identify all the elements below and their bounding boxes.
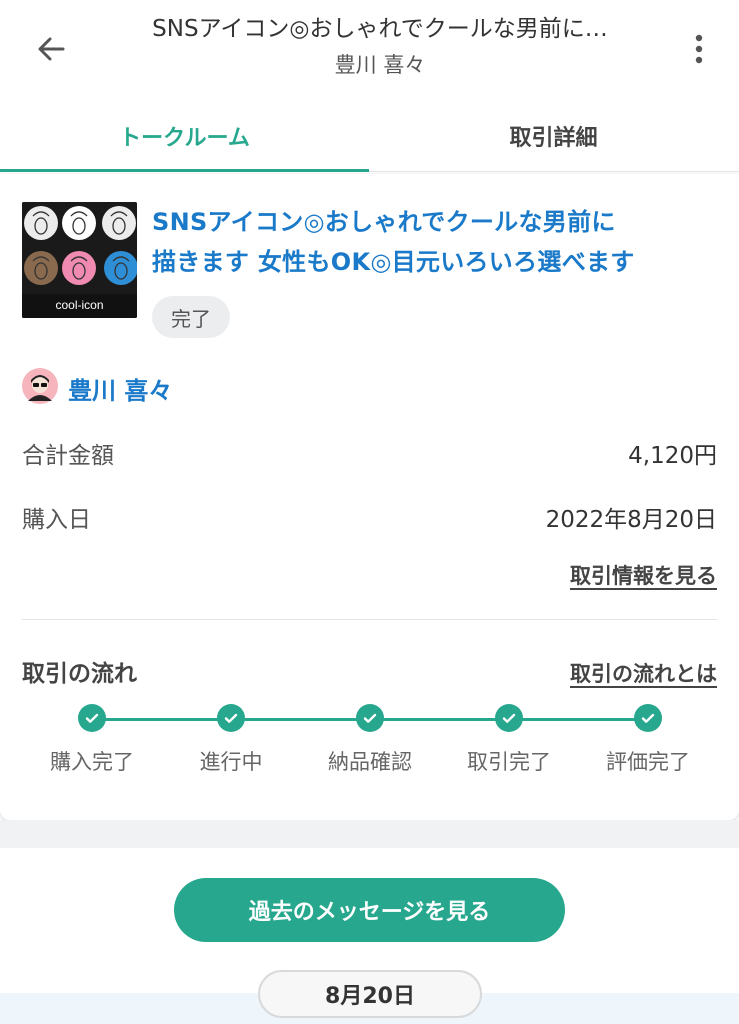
check-icon [634,704,662,732]
service-title-line-1: SNSアイコン◎おしゃれでクールな男前に [152,208,616,236]
service-title-line-2: 描きます 女性もOK◎目元いろいろ選べます [152,248,635,276]
tab-transaction-details[interactable]: 取引詳細 [369,100,738,172]
status-badge: 完了 [152,296,230,338]
avatar [22,368,58,408]
more-options-button[interactable] [684,28,714,74]
seller-info[interactable]: 豊川 喜々 [22,368,173,408]
step-purchase-complete: 購入完了 [27,704,157,776]
about-flow-link[interactable]: 取引の流れとは [570,658,717,688]
step-label: 評価完了 [606,750,690,774]
tab-bar: トークルーム 取引詳細 [0,100,739,172]
flow-title: 取引の流れ [22,661,137,687]
step-review-complete: 評価完了 [583,704,713,776]
step-label: 納品確認 [328,750,412,774]
divider [22,619,717,620]
view-past-messages-button[interactable]: 過去のメッセージを見る [174,878,565,942]
total-amount-label: 合計金額 [22,443,114,469]
tab-talk-room[interactable]: トークルーム [0,100,369,172]
section-gap [0,820,739,848]
service-thumbnail[interactable]: cool-icon [22,202,137,318]
thumbnail-caption: cool-icon [55,298,104,312]
check-icon [78,704,106,732]
app-bar: SNSアイコン◎おしゃれでクールな男前に… 豊川 喜々 [0,0,739,100]
active-tab-indicator [0,169,369,172]
check-icon [356,704,384,732]
seller-name: 豊川 喜々 [68,376,173,405]
transaction-card: cool-icon SNSアイコン◎おしゃれでクールな男前に 描きます 女性もO… [0,174,739,820]
date-chip: 8月20日 [258,970,482,1018]
back-button[interactable] [28,28,74,74]
step-in-progress: 進行中 [166,704,296,776]
arrow-left-icon [35,33,67,69]
purchase-date-value: 2022年8月20日 [545,507,717,533]
more-vertical-icon [694,33,704,69]
purchase-date-label: 購入日 [22,507,91,533]
check-icon [495,704,523,732]
step-label: 進行中 [199,750,263,774]
step-transaction-complete: 取引完了 [444,704,574,776]
page-title: SNSアイコン◎おしゃれでクールな男前に… [152,16,608,42]
check-icon [217,704,245,732]
header-titles: SNSアイコン◎おしゃれでクールな男前に… 豊川 喜々 [100,12,660,82]
view-transaction-info-link[interactable]: 取引情報を見る [570,560,717,590]
page-subtitle: 豊川 喜々 [334,53,426,77]
total-amount-value: 4,120円 [628,443,717,469]
step-label: 購入完了 [50,750,134,774]
step-label: 取引完了 [467,750,551,774]
service-title[interactable]: SNSアイコン◎おしゃれでクールな男前に 描きます 女性もOK◎目元いろいろ選べ… [152,202,727,282]
transaction-steps: 購入完了 進行中 納品確認 取引完了 評価完了 [0,704,739,784]
step-delivery-confirm: 納品確認 [305,704,435,776]
